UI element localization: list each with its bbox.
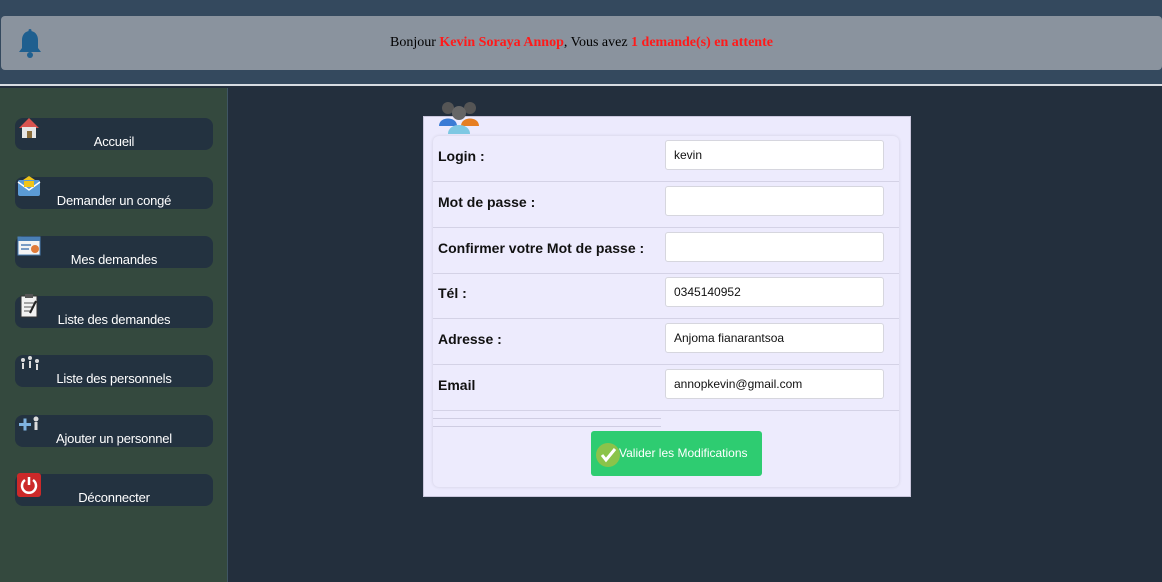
users-group-icon (439, 102, 479, 134)
sidebar-item-ajouter-personnel[interactable]: Ajouter un personnel (15, 415, 213, 447)
divider (433, 426, 661, 427)
confirm-password-label: Confirmer votre Mot de passe : (438, 240, 645, 256)
notification-bar: Bonjour Kevin Soraya Annop, Vous avez 1 … (1, 16, 1162, 70)
login-label: Login : (438, 148, 485, 164)
form-row-confirm-password: Confirmer votre Mot de passe : (433, 228, 899, 274)
password-input[interactable] (665, 186, 884, 216)
sidebar-item-mes-demandes[interactable]: Mes demandes (15, 236, 213, 268)
sidebar-item-label: Déconnecter (78, 490, 150, 505)
email-input[interactable] (665, 369, 884, 399)
phone-input[interactable] (665, 277, 884, 307)
form-row-password: Mot de passe : (433, 182, 899, 228)
sidebar-item-label: Liste des demandes (57, 312, 171, 327)
divider (433, 418, 661, 419)
address-label: Adresse : (438, 331, 502, 347)
sidebar-item-demander-conge[interactable]: Demander un congé (15, 176, 213, 209)
checkmark-icon (596, 443, 620, 467)
confirm-password-input[interactable] (665, 232, 884, 262)
sidebar-item-accueil[interactable]: Accueil (15, 118, 213, 150)
greeting-text: Bonjour Kevin Soraya Annop, Vous avez 1 … (1, 35, 1162, 51)
password-label: Mot de passe : (438, 194, 536, 210)
sidebar-item-deconnecter[interactable]: Déconnecter (15, 473, 213, 506)
submit-button-label: Valider les Modifications (619, 446, 748, 460)
sidebar-item-liste-personnels[interactable]: Liste des personnels (15, 355, 213, 387)
sidebar-item-label: Demander un congé (56, 193, 172, 208)
sidebar (0, 88, 228, 582)
email-label: Email (438, 377, 476, 393)
submit-button[interactable]: Valider les Modifications (591, 431, 762, 476)
greeting-middle: , Vous avez (563, 35, 628, 50)
login-input[interactable] (665, 140, 884, 170)
user-name: Kevin Soraya Annop (439, 35, 564, 50)
sidebar-item-label: Liste des personnels (56, 371, 172, 386)
pending-requests[interactable]: 1 demande(s) en attente (631, 35, 773, 50)
form-row-phone: Tél : (433, 273, 899, 319)
sidebar-item-label: Accueil (93, 134, 135, 149)
form-row-email: Email (433, 365, 899, 411)
address-input[interactable] (665, 323, 884, 353)
sidebar-item-label: Ajouter un personnel (56, 431, 172, 446)
greeting-prefix: Bonjour (390, 35, 436, 50)
form-row-address: Adresse : (433, 319, 899, 365)
top-bar: Bonjour Kevin Soraya Annop, Vous avez 1 … (0, 0, 1162, 86)
phone-label: Tél : (438, 285, 467, 301)
sidebar-item-liste-demandes[interactable]: Liste des demandes (15, 294, 213, 328)
form-row-login: Login : (433, 136, 899, 182)
sidebar-item-label: Mes demandes (70, 252, 158, 267)
